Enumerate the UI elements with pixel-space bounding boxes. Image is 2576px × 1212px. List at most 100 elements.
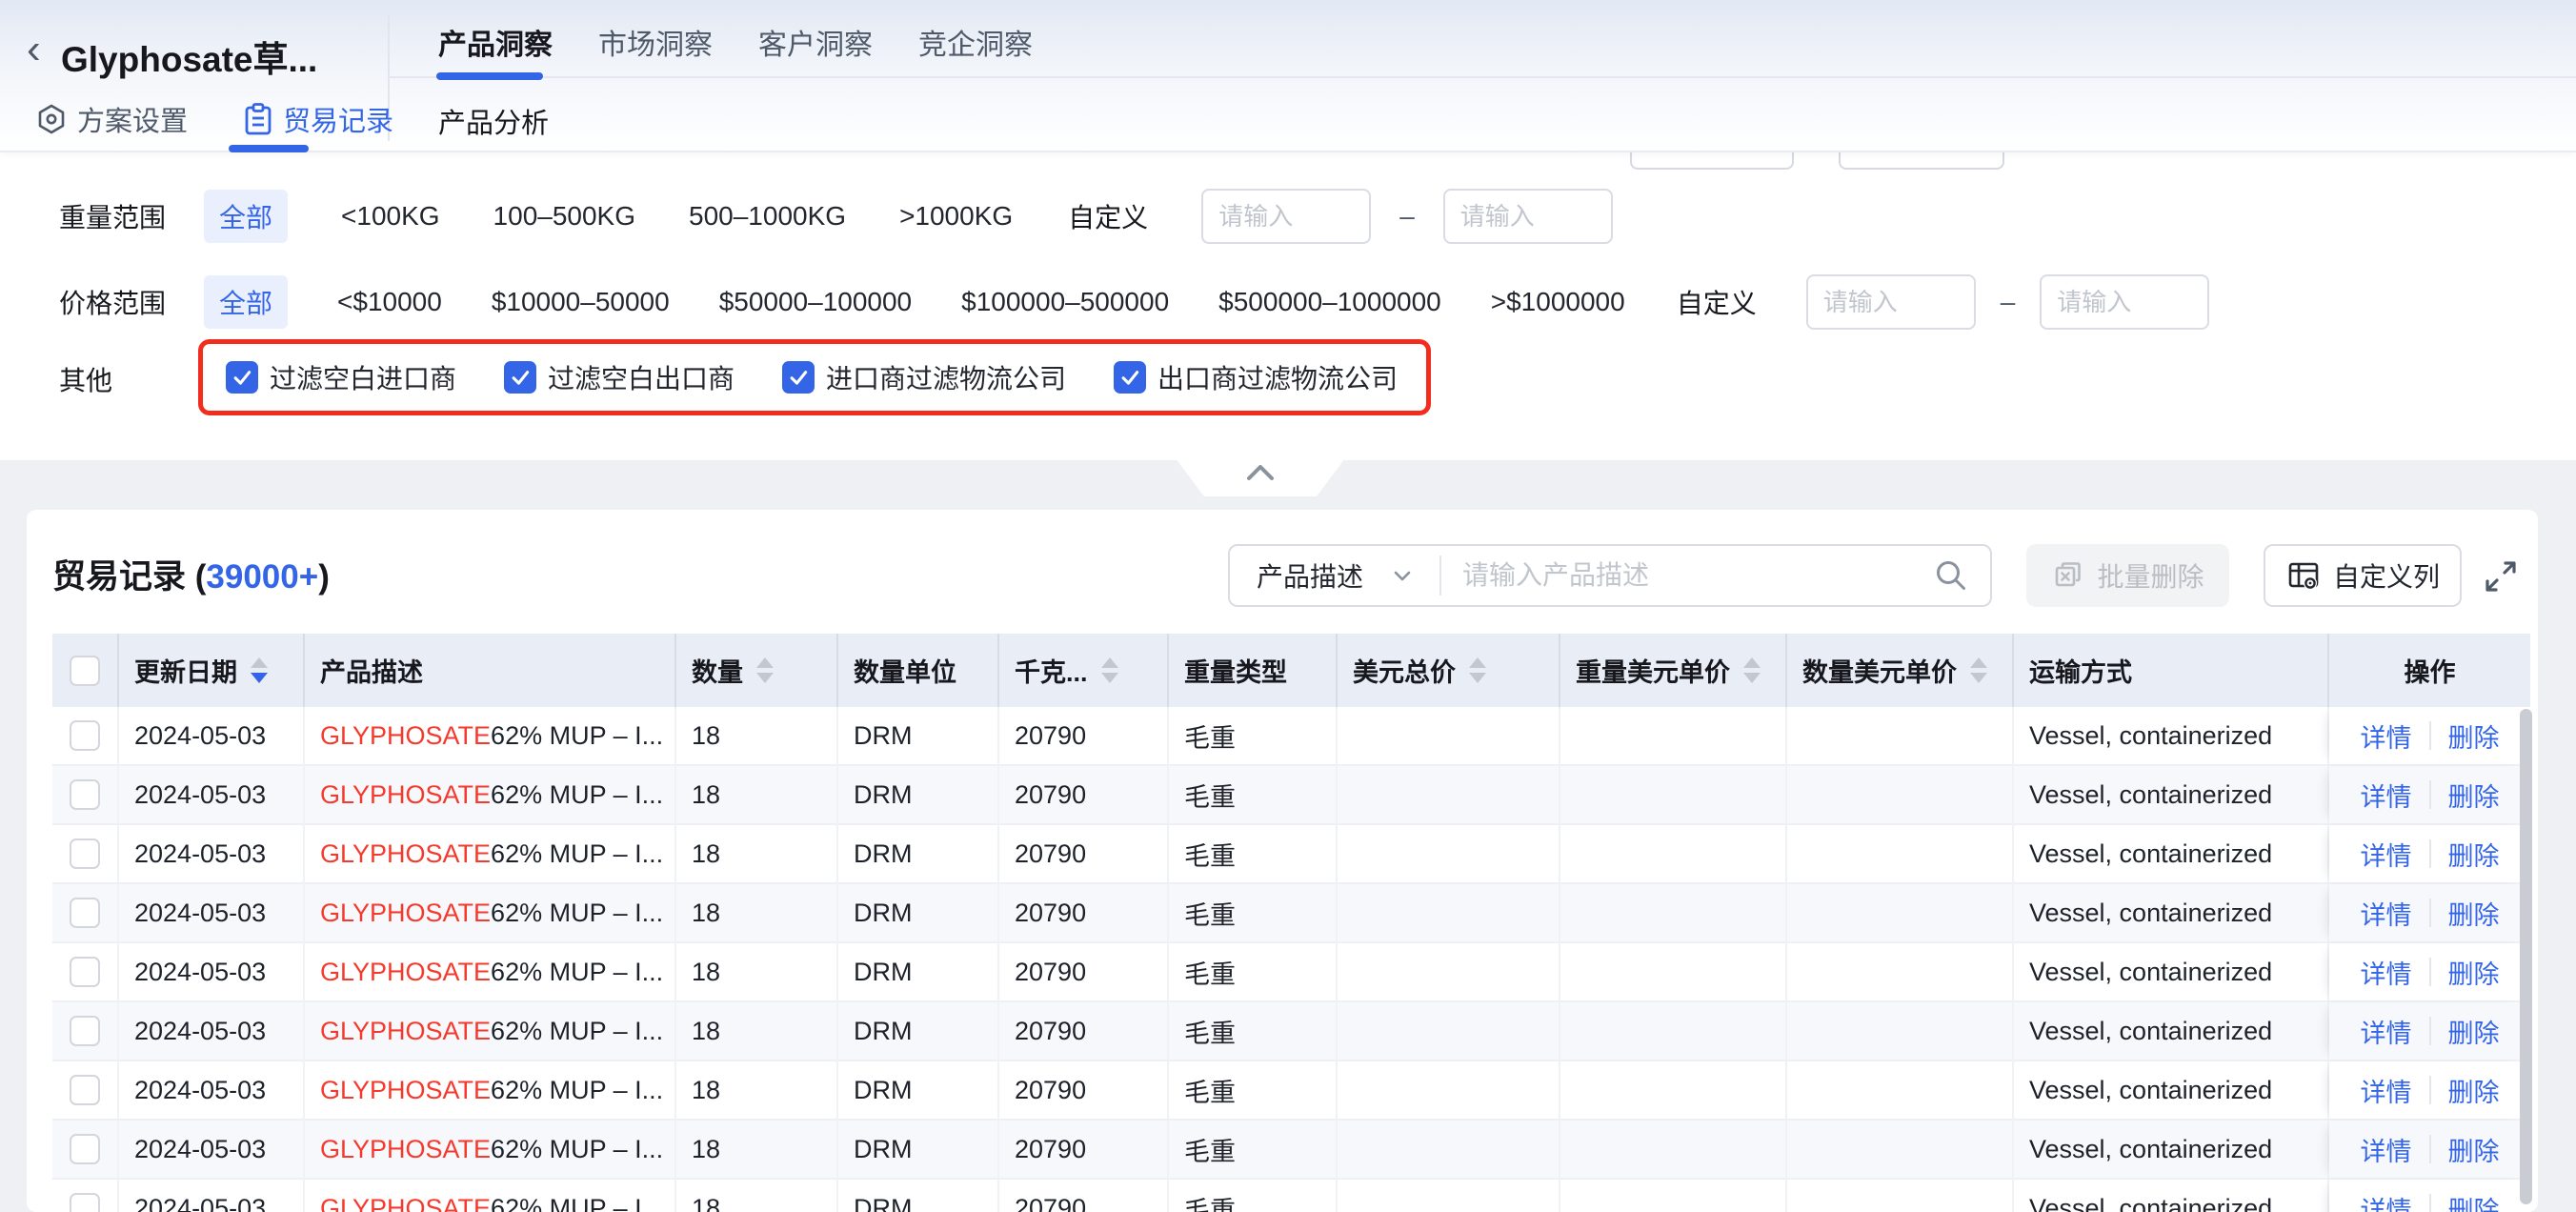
filter-checkbox-2[interactable]: 进口商过滤物流公司 [782,358,1066,396]
tab-product-analysis[interactable]: 产品分析 [438,101,549,141]
row-checkbox[interactable] [70,1016,100,1046]
desc-highlight: GLYPHOSATE [320,1076,491,1105]
column-header-4[interactable]: 千克... [999,634,1169,707]
search-icon[interactable] [1933,557,1969,594]
delete-link[interactable]: 删除 [2448,954,2500,991]
fullscreen-icon[interactable] [2480,556,2522,597]
page-title: Glyphosate草... [61,30,317,82]
delete-link[interactable]: 删除 [2448,1013,2500,1050]
price-option-5[interactable]: >$1000000 [1491,287,1625,317]
back-icon[interactable]: ‹ [27,29,41,71]
sort-desc-icon [1970,673,1987,683]
price-range-dash: – [2001,287,2016,317]
select-all-checkbox[interactable] [70,656,100,686]
filter-checkbox-3[interactable]: 出口商过滤物流公司 [1114,358,1398,396]
action-separator [2429,780,2431,809]
record-count: 39000+ [206,558,318,596]
checkbox-checked-icon[interactable] [1114,361,1146,394]
sort-icons[interactable] [1743,657,1761,683]
price-option-1[interactable]: $10000–50000 [492,287,670,317]
detail-link[interactable]: 详情 [2361,954,2412,991]
row-checkbox[interactable] [70,1134,100,1164]
price-min-input[interactable] [1806,274,1976,330]
price-all-chip[interactable]: 全部 [204,275,288,329]
filter-checkbox-1[interactable]: 过滤空白出口商 [504,358,735,396]
search-input[interactable] [1441,560,1933,591]
tab-market-insight[interactable]: 市场洞察 [598,21,713,63]
other-checkbox-group-annotation: 过滤空白进口商 过滤空白出口商 进口商过滤物流公司 出口商过滤物流公司 [198,339,1431,415]
row-checkbox[interactable] [70,1193,100,1212]
price-option-3[interactable]: $100000–500000 [961,287,1169,317]
detail-link[interactable]: 详情 [2361,717,2412,755]
cell-weight-type: 毛重 [1169,707,1338,764]
table-row: 2024-05-03GLYPHOSATE 62% MUP – I...18DRM… [52,825,2530,884]
tab-product-insight[interactable]: 产品洞察 [438,21,553,63]
column-header-7[interactable]: 重量美元单价 [1560,634,1787,707]
desc-rest: 62% MUP – I... [491,899,663,928]
tab-competitor-insight[interactable]: 竞企洞察 [918,21,1033,63]
price-option-4[interactable]: $500000–1000000 [1218,287,1441,317]
checkbox-checked-icon[interactable] [226,361,258,394]
column-label: 数量 [692,652,743,689]
weight-option-3[interactable]: >1000KG [899,201,1013,232]
tab-customer-insight[interactable]: 客户洞察 [758,21,873,63]
price-max-input[interactable] [2040,274,2209,330]
weight-option-0[interactable]: <100KG [341,201,440,232]
sort-icons[interactable] [1469,657,1486,683]
filter-checkbox-0[interactable]: 过滤空白进口商 [226,358,456,396]
cell-usd-total [1338,943,1560,1000]
sort-icons[interactable] [251,657,268,683]
count-paren-open: ( [195,558,207,596]
delete-link[interactable]: 删除 [2448,895,2500,932]
row-checkbox[interactable] [70,838,100,869]
desc-rest: 62% MUP – I... [491,1135,663,1164]
delete-link[interactable]: 删除 [2448,836,2500,873]
row-checkbox[interactable] [70,720,100,751]
search-field-select[interactable]: 产品描述 [1230,556,1439,595]
row-checkbox[interactable] [70,1075,100,1105]
count-paren-close: ) [318,558,330,596]
delete-link[interactable]: 删除 [2448,777,2500,814]
custom-columns-button[interactable]: 自定义列 [2264,544,2462,607]
weight-min-input[interactable] [1201,189,1371,244]
delete-link[interactable]: 删除 [2448,717,2500,755]
vertical-scrollbar-thumb[interactable] [2520,709,2532,1204]
cell-kilograms: 20790 [999,884,1169,941]
row-checkbox[interactable] [70,898,100,928]
checkbox-checked-icon[interactable] [504,361,536,394]
desc-rest: 62% MUP – I... [491,1076,663,1105]
cell-usd-per-weight [1560,1061,1787,1119]
checkbox-checked-icon[interactable] [782,361,815,394]
weight-option-1[interactable]: 100–500KG [493,201,635,232]
detail-link[interactable]: 详情 [2361,1072,2412,1109]
price-option-2[interactable]: $50000–100000 [719,287,912,317]
delete-link[interactable]: 删除 [2448,1072,2500,1109]
detail-link[interactable]: 详情 [2361,836,2412,873]
row-select-cell [52,1180,119,1212]
collapse-filter-handle[interactable] [1176,458,1345,496]
sort-icons[interactable] [1970,657,1987,683]
detail-link[interactable]: 详情 [2361,1013,2412,1050]
detail-link[interactable]: 详情 [2361,1190,2412,1212]
sort-icons[interactable] [1101,657,1118,683]
sort-icons[interactable] [756,657,774,683]
row-checkbox[interactable] [70,957,100,987]
delete-link[interactable]: 删除 [2448,1131,2500,1168]
cell-weight-type: 毛重 [1169,884,1338,941]
column-header-2[interactable]: 数量 [676,634,838,707]
tab-scheme-settings[interactable]: 方案设置 [35,99,188,139]
tab-trade-records[interactable]: 贸易记录 [243,99,393,139]
detail-link[interactable]: 详情 [2361,777,2412,814]
batch-delete-button[interactable]: 批量删除 [2026,544,2229,607]
weight-option-2[interactable]: 500–1000KG [689,201,846,232]
delete-link[interactable]: 删除 [2448,1190,2500,1212]
price-option-0[interactable]: <$10000 [337,287,442,317]
column-header-0[interactable]: 更新日期 [119,634,305,707]
row-checkbox[interactable] [70,779,100,810]
weight-all-chip[interactable]: 全部 [204,190,288,243]
detail-link[interactable]: 详情 [2361,1131,2412,1168]
detail-link[interactable]: 详情 [2361,895,2412,932]
column-header-6[interactable]: 美元总价 [1338,634,1560,707]
weight-max-input[interactable] [1443,189,1613,244]
column-header-8[interactable]: 数量美元单价 [1787,634,2014,707]
